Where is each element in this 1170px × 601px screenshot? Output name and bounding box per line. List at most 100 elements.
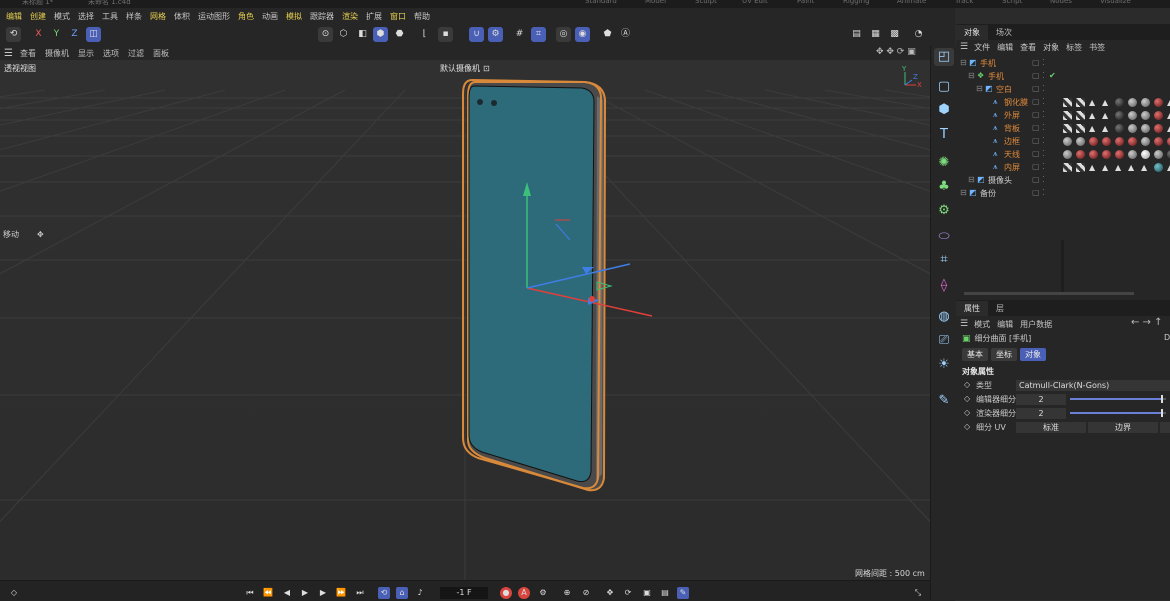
workspace-tab[interactable]: UV Edit bbox=[742, 0, 768, 5]
material-tag-icon[interactable] bbox=[1102, 150, 1111, 159]
panel-menu-item[interactable]: 书签 bbox=[1089, 42, 1105, 53]
material-tag-icon[interactable] bbox=[1141, 124, 1150, 133]
menu-item[interactable]: 网格 bbox=[150, 11, 166, 22]
phong-tag-icon[interactable]: ▲ bbox=[1089, 111, 1095, 120]
visibility-toggle-icon[interactable]: ▢ ⁚ bbox=[1032, 162, 1045, 171]
viewport-menu-item[interactable]: 面板 bbox=[153, 48, 169, 59]
phong-tag-icon[interactable]: ▲ bbox=[1102, 111, 1108, 120]
current-frame-field[interactable]: -1 F bbox=[440, 587, 488, 599]
key-param-icon[interactable]: ▤ bbox=[659, 587, 671, 599]
menu-item[interactable]: 帮助 bbox=[414, 11, 430, 22]
number-field[interactable]: 2 bbox=[1016, 408, 1066, 419]
panel-tab[interactable]: 场次 bbox=[988, 25, 1020, 40]
phong-tag-icon[interactable]: ▲ bbox=[1089, 98, 1095, 107]
keyframe-diamond-icon[interactable]: ◇ bbox=[964, 422, 970, 431]
spline-pen-icon[interactable]: ⌗ bbox=[934, 251, 954, 269]
material-tag-icon[interactable] bbox=[1102, 137, 1111, 146]
menu-item[interactable]: 运动图形 bbox=[198, 11, 230, 22]
autokey-record-icon[interactable]: A bbox=[518, 587, 530, 599]
visibility-toggle-icon[interactable]: ▢ ⁚ bbox=[1032, 110, 1045, 119]
panel-menu-icon[interactable]: ☰ bbox=[960, 42, 968, 52]
autokey-icon[interactable]: ⌂ bbox=[396, 587, 408, 599]
workspace-tab[interactable]: Visualize bbox=[1100, 0, 1131, 5]
goto-end-icon[interactable]: ⏭ bbox=[354, 587, 366, 599]
snap-settings-icon[interactable]: ⚙ bbox=[488, 27, 503, 42]
visibility-toggle-icon[interactable]: ▢ ⁚ bbox=[1032, 123, 1045, 132]
material-tag-icon[interactable] bbox=[1115, 150, 1124, 159]
material-tag-icon[interactable] bbox=[1128, 98, 1137, 107]
texture-tag-icon[interactable] bbox=[1063, 124, 1072, 133]
panel-tab[interactable]: 属性 bbox=[956, 301, 988, 316]
panel-menu-icon[interactable]: ☰ bbox=[960, 319, 968, 329]
attr-subtab[interactable]: 基本 bbox=[962, 348, 988, 361]
viewport-solo-icon[interactable]: ⬟ bbox=[600, 27, 615, 42]
object-mode-icon[interactable]: ⬣ bbox=[392, 27, 407, 42]
workspace-tab[interactable]: 未命名 1.c4d bbox=[88, 0, 131, 7]
panel-menu-item[interactable]: 编辑 bbox=[997, 42, 1013, 53]
panel-menu-item[interactable]: 查看 bbox=[1020, 42, 1036, 53]
menu-item[interactable]: 编辑 bbox=[6, 11, 22, 22]
goto-start-icon[interactable]: ⏮ bbox=[244, 587, 256, 599]
phong-tag-icon[interactable]: ▲ bbox=[1115, 163, 1121, 172]
viewport-menu-item[interactable]: 过滤 bbox=[128, 48, 144, 59]
menu-item[interactable]: 创建 bbox=[30, 11, 46, 22]
expand-toggle-icon[interactable]: ⊟ bbox=[976, 84, 983, 93]
points-mode-icon[interactable]: ⊙ bbox=[318, 27, 333, 42]
material-tag-icon[interactable] bbox=[1063, 150, 1072, 159]
record-icon[interactable]: ● bbox=[500, 587, 512, 599]
material-tag-icon[interactable] bbox=[1154, 150, 1163, 159]
volume-icon[interactable]: ⟠ bbox=[934, 277, 954, 295]
material-tag-icon[interactable] bbox=[1141, 111, 1150, 120]
material-tag-icon[interactable] bbox=[1115, 111, 1124, 120]
menu-item[interactable]: 工具 bbox=[102, 11, 118, 22]
perspective-viewport[interactable]: Y X Z 透视视图 默认摄像机 ⊡ 移动 ✥ 网格间距 : 500 cm bbox=[0, 60, 930, 580]
phong-tag-icon[interactable]: ▲ bbox=[1102, 98, 1108, 107]
grid-snap-icon[interactable]: # bbox=[512, 27, 527, 42]
environment-icon[interactable]: ◍ bbox=[934, 308, 954, 326]
workspace-tab[interactable]: 未标题 1* bbox=[22, 0, 53, 7]
texture-tag-icon[interactable] bbox=[1076, 124, 1085, 133]
keyframe-diamond-icon[interactable]: ◇ bbox=[964, 380, 970, 389]
polygons-mode-icon[interactable]: ◧ bbox=[355, 27, 370, 42]
key-move-icon[interactable]: ✥ bbox=[604, 587, 616, 599]
material-tag-icon[interactable] bbox=[1154, 124, 1163, 133]
panel-tab[interactable]: 层 bbox=[988, 301, 1012, 316]
expand-toggle-icon[interactable]: ⊟ bbox=[968, 71, 975, 80]
quantize-icon[interactable]: ⌗ bbox=[531, 27, 546, 42]
panel-tab[interactable]: 对象 bbox=[956, 25, 988, 40]
sketch-pen-icon[interactable]: ✎ bbox=[934, 392, 954, 410]
coordinate-system-icon[interactable]: ◫ bbox=[86, 27, 101, 42]
menu-item[interactable]: 跟踪器 bbox=[310, 11, 334, 22]
texture-tag-icon[interactable] bbox=[1063, 111, 1072, 120]
material-tag-icon[interactable] bbox=[1128, 150, 1137, 159]
next-key-icon[interactable]: ⏩ bbox=[335, 587, 347, 599]
material-tag-icon[interactable] bbox=[1141, 150, 1150, 159]
workplane-icon[interactable]: ⌊ bbox=[417, 27, 432, 42]
phong-tag-icon[interactable]: ▲ bbox=[1102, 124, 1108, 133]
render-settings-icon[interactable]: ▩ bbox=[887, 27, 902, 42]
enabled-check-icon[interactable]: ✔ bbox=[1049, 71, 1056, 80]
snap-magnet-icon[interactable]: ∪ bbox=[469, 27, 484, 42]
workspace-tab[interactable]: Script bbox=[1002, 0, 1022, 5]
visibility-toggle-icon[interactable]: ▢ ⁚ bbox=[1032, 84, 1045, 93]
panel-menu-item[interactable]: 用户数据 bbox=[1020, 319, 1052, 330]
undo-icon[interactable]: ⟲ bbox=[6, 27, 21, 42]
axis-y-toggle[interactable]: Y bbox=[49, 27, 64, 42]
keyframe-diamond-icon[interactable]: ◇ bbox=[964, 408, 970, 417]
viewport-menu-item[interactable]: 显示 bbox=[78, 48, 94, 59]
object-row[interactable]: ⊟ ❖ 手机 ▢ ⁚ ✔ bbox=[956, 70, 1170, 83]
workspace-tab[interactable]: Animate bbox=[897, 0, 926, 5]
menu-item[interactable]: 扩展 bbox=[366, 11, 382, 22]
history-nav-icons[interactable]: ← → ↑ bbox=[1131, 317, 1163, 328]
texture-tag-icon[interactable] bbox=[1076, 98, 1085, 107]
number-field[interactable]: 2 bbox=[1016, 394, 1066, 405]
slider-track[interactable] bbox=[1070, 395, 1166, 403]
visibility-toggle-icon[interactable]: ▢ ⁚ bbox=[1032, 97, 1045, 106]
workspace-tab[interactable]: Nodes bbox=[1050, 0, 1072, 5]
material-tag-icon[interactable] bbox=[1089, 137, 1098, 146]
menu-item[interactable]: 渲染 bbox=[342, 11, 358, 22]
panel-menu-item[interactable]: 对象 bbox=[1043, 42, 1059, 53]
material-tag-icon[interactable] bbox=[1154, 163, 1163, 172]
material-tag-icon[interactable] bbox=[1128, 111, 1137, 120]
visibility-toggle-icon[interactable]: ▢ ⁚ bbox=[1032, 58, 1045, 67]
